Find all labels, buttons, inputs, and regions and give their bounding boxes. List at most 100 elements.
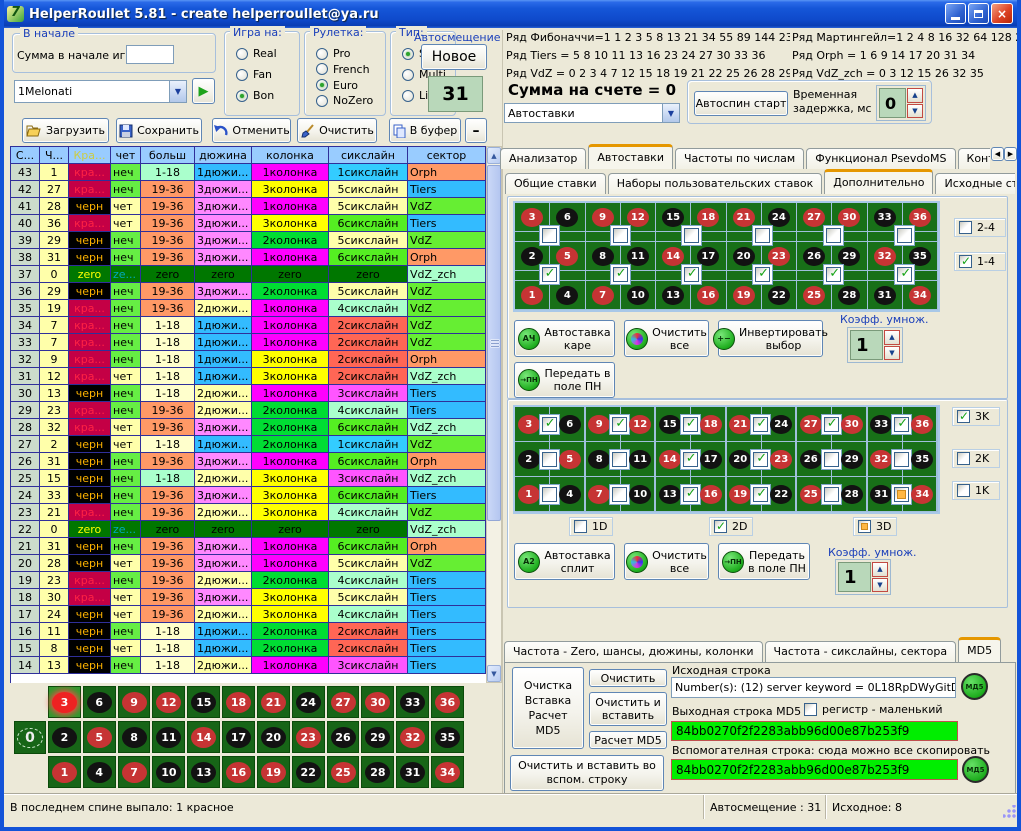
kare-corner-checkbox[interactable] bbox=[613, 228, 628, 243]
board-cell-2[interactable]: 2 bbox=[48, 721, 81, 753]
number-chip-18[interactable]: 18 bbox=[697, 208, 719, 227]
split-checkbox-31-34[interactable] bbox=[894, 487, 909, 502]
close-button[interactable]: × bbox=[991, 3, 1013, 24]
kare-corner-checkbox[interactable] bbox=[826, 228, 841, 243]
kare-corner-checkbox[interactable] bbox=[684, 228, 699, 243]
number-chip-25[interactable]: 25 bbox=[803, 286, 825, 305]
checkbox-icon[interactable] bbox=[804, 703, 817, 716]
radio-icon[interactable] bbox=[236, 90, 248, 102]
md5-clear-paste-button[interactable]: Очистить и вставить bbox=[589, 692, 667, 726]
board-cell-14[interactable]: 14 bbox=[187, 721, 220, 753]
md5-case-checkbox[interactable]: регистр - маленький bbox=[804, 703, 943, 716]
kare-corner-checkbox[interactable] bbox=[755, 228, 770, 243]
table-row[interactable]: 329кра...неч1-181дюжи...3колонка2сикслай… bbox=[11, 351, 486, 368]
number-chip-3[interactable]: 3 bbox=[521, 208, 543, 227]
number-chip-26[interactable]: 26 bbox=[803, 247, 825, 266]
md5-calc-icon[interactable]: МД5 bbox=[961, 673, 988, 700]
undo-button[interactable]: Отменить bbox=[212, 118, 291, 143]
table-row[interactable]: 4128чернчет19-363дюжи...1колонка5сикслай… bbox=[11, 198, 486, 215]
number-chip-15[interactable]: 15 bbox=[662, 208, 684, 227]
split-checkbox-27-30[interactable] bbox=[824, 417, 839, 432]
table-row[interactable]: 2131черннеч19-363дюжи...1колонка6сикслай… bbox=[11, 538, 486, 555]
number-chip-17[interactable]: 17 bbox=[697, 247, 719, 266]
table-row[interactable]: 1413черннеч1-182дюжи...1колонка3сикслайн… bbox=[11, 657, 486, 674]
table-row[interactable]: 431кра...неч1-181дюжи...1колонка1сикслай… bbox=[11, 164, 486, 181]
board-cell-24[interactable]: 24 bbox=[292, 686, 325, 718]
number-chip-11[interactable]: 11 bbox=[627, 247, 649, 266]
number-chip-30[interactable]: 30 bbox=[838, 208, 860, 227]
radio-icon[interactable] bbox=[236, 69, 248, 81]
checkbox-icon[interactable] bbox=[957, 452, 970, 465]
radio-euro[interactable]: Euro bbox=[316, 79, 358, 92]
number-chip-9[interactable]: 9 bbox=[592, 208, 614, 227]
subtab-Дополнительно[interactable]: Дополнительно bbox=[824, 169, 933, 194]
table-row[interactable]: 3112кра...чет1-181дюжи...3колонка2сиксла… bbox=[11, 368, 486, 385]
board-cell-34[interactable]: 34 bbox=[431, 756, 464, 788]
table-row[interactable]: 1830кра...чет19-363дюжи...3колонка5сиксл… bbox=[11, 589, 486, 606]
split-checkbox-7-10[interactable] bbox=[612, 487, 627, 502]
header-cell[interactable]: колонка bbox=[252, 147, 329, 164]
tabs-scroll-left-icon[interactable]: ◀ bbox=[991, 147, 1004, 161]
split-checkbox-13-16[interactable] bbox=[683, 487, 698, 502]
new-button[interactable]: Новое bbox=[421, 44, 487, 70]
kare-corner-checkbox[interactable] bbox=[755, 267, 770, 282]
table-row[interactable]: 4036кра...чет19-363дюжи...3колонка6сиксл… bbox=[11, 215, 486, 232]
spinner-down-icon[interactable]: ▼ bbox=[872, 578, 888, 593]
header-cell[interactable]: чет bbox=[111, 147, 141, 164]
checkbox-icon[interactable] bbox=[959, 221, 972, 234]
split-checkbox-8-11[interactable] bbox=[612, 452, 627, 467]
table-row[interactable]: 3929черннеч19-363дюжи...2колонка5сикслай… bbox=[11, 232, 486, 249]
checkbox-icon[interactable] bbox=[957, 484, 970, 497]
board-cell-5[interactable]: 5 bbox=[83, 721, 116, 753]
table-row[interactable]: 2433черннеч19-363дюжи...3колонка6сикслай… bbox=[11, 487, 486, 504]
resize-grip[interactable] bbox=[1003, 805, 1016, 818]
header-cell[interactable]: С... bbox=[11, 147, 40, 164]
radio-icon[interactable] bbox=[402, 48, 414, 60]
board-cell-35[interactable]: 35 bbox=[431, 721, 464, 753]
table-row[interactable]: 337кра...неч1-181дюжи...1колонка2сикслай… bbox=[11, 334, 486, 351]
table-row[interactable]: 370zeroze...zerozerozerozeroVdZ_zch bbox=[11, 266, 486, 283]
table-row[interactable]: 158чернчет1-181дюжи...2колонка2сикслайнT… bbox=[11, 640, 486, 657]
radio-pro[interactable]: Pro bbox=[316, 47, 350, 60]
table-row[interactable]: 2515черннеч1-182дюжи...3колонка3сикслайн… bbox=[11, 470, 486, 487]
table-row[interactable]: 272чернчет1-181дюжи...2колонка1сикслайнV… bbox=[11, 436, 486, 453]
table-row[interactable]: 2631черннеч19-363дюжи...1колонка6сикслай… bbox=[11, 453, 486, 470]
split-checkbox-15-18[interactable] bbox=[683, 417, 698, 432]
freqtab-Частота - Zero, шансы, дюжины, колонки[interactable]: Частота - Zero, шансы, дюжины, колонки bbox=[504, 641, 763, 662]
board-cell-26[interactable]: 26 bbox=[327, 721, 360, 753]
spinner-down-icon[interactable]: ▼ bbox=[907, 104, 923, 119]
number-chip-8[interactable]: 8 bbox=[592, 247, 614, 266]
split-checkbox-1-4[interactable] bbox=[542, 487, 557, 502]
md5-aux-field[interactable]: 84bb0270f2f2283abb96d00e87b253f9 bbox=[671, 759, 958, 780]
table-row[interactable]: 2028чернчет19-363дюжи...1колонка5сикслай… bbox=[11, 555, 486, 572]
number-chip-22[interactable]: 22 bbox=[768, 286, 790, 305]
checkbox-3k[interactable]: 3K bbox=[952, 407, 1000, 426]
spinner-up-icon[interactable]: ▲ bbox=[872, 562, 888, 577]
table-row[interactable]: 3831черннеч19-363дюжи...1колонка6сикслай… bbox=[11, 249, 486, 266]
md5-source-input[interactable] bbox=[671, 677, 956, 698]
number-chip-12[interactable]: 12 bbox=[627, 208, 649, 227]
number-chip-2[interactable]: 2 bbox=[521, 247, 543, 266]
title-bar[interactable]: 7 HelperRoullet 5.81 - create helperroul… bbox=[0, 0, 1021, 28]
checkbox-3d[interactable]: 3D bbox=[853, 517, 897, 536]
checkbox-icon[interactable] bbox=[858, 520, 871, 533]
table-row[interactable]: 2832кра...чет19-363дюжи...2колонка6сиксл… bbox=[11, 419, 486, 436]
scroll-up-icon[interactable]: ▲ bbox=[487, 147, 501, 164]
kare-corner-checkbox[interactable] bbox=[542, 228, 557, 243]
subtab-Наборы пользовательских ставок[interactable]: Наборы пользовательских ставок bbox=[608, 173, 823, 194]
minimize-button[interactable] bbox=[945, 3, 966, 24]
split-checkbox-20-23[interactable] bbox=[753, 452, 768, 467]
spinner-up-icon[interactable]: ▲ bbox=[884, 330, 900, 345]
autospin-start-button[interactable]: Автоспин старт bbox=[694, 91, 788, 116]
clear-button[interactable]: Очистить bbox=[297, 118, 377, 143]
table-row[interactable]: 220zeroze...zerozerozerozeroVdZ_zch bbox=[11, 521, 486, 538]
subtab-Общие ставки[interactable]: Общие ставки bbox=[505, 173, 606, 194]
split-checkbox-26-29[interactable] bbox=[824, 452, 839, 467]
number-chip-28[interactable]: 28 bbox=[838, 286, 860, 305]
tab-Контроль банкро[interactable]: Контроль банкро bbox=[958, 148, 990, 169]
board-zero-cell[interactable]: 0 bbox=[14, 721, 46, 754]
board-cell-22[interactable]: 22 bbox=[292, 756, 325, 788]
koef-spinner-split[interactable]: 1 ▲▼ bbox=[835, 559, 891, 595]
board-cell-20[interactable]: 20 bbox=[257, 721, 290, 753]
radio-icon[interactable] bbox=[316, 48, 328, 60]
